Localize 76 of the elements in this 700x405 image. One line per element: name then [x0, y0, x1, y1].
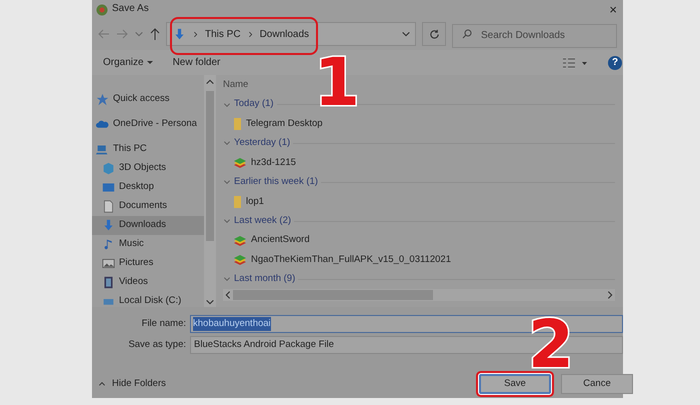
film-icon — [102, 276, 115, 289]
hide-folders-button[interactable]: Hide Folders — [98, 376, 166, 392]
sidebar-item[interactable]: 3D Objects — [92, 159, 204, 178]
dropdown-icon — [401, 29, 411, 39]
field-label: File name: — [140, 316, 186, 331]
up-arrow-icon[interactable] — [150, 28, 160, 40]
refresh-button[interactable] — [422, 22, 446, 46]
sidebar-scrollbar[interactable] — [204, 75, 216, 307]
group-header[interactable]: Last week (2) — [234, 214, 292, 228]
file-name[interactable]: AncientSword — [251, 233, 310, 248]
computer-icon — [96, 143, 109, 156]
music-note-icon — [102, 238, 115, 251]
sidebar-item[interactable]: Videos — [92, 273, 204, 292]
horizontal-scrollbar[interactable] — [223, 289, 615, 302]
collapse-icon — [223, 217, 231, 226]
help-button[interactable]: ? — [608, 56, 622, 70]
cube-icon — [102, 162, 115, 175]
sidebar-item[interactable]: OneDrive - Persona — [92, 115, 204, 134]
collapse-icon — [98, 380, 106, 388]
scroll-left-icon — [223, 290, 233, 300]
search-icon — [462, 29, 472, 39]
folder-icon — [233, 196, 242, 208]
scroll-up-icon — [205, 77, 215, 87]
group-header[interactable]: Yesterday (1) — [234, 136, 290, 151]
download-icon — [173, 28, 186, 40]
file-name[interactable]: Telegram Desktop — [246, 116, 323, 132]
new-folder-button[interactable]: New folder — [172, 55, 220, 70]
cloud-icon — [96, 118, 109, 131]
file-name[interactable]: hz3d-1215 — [251, 156, 296, 170]
sidebar-item[interactable]: Desktop — [92, 178, 204, 197]
desktop-icon — [102, 181, 115, 194]
image-icon — [102, 257, 115, 270]
stacked-layers-icon — [233, 156, 247, 169]
back-arrow-icon[interactable] — [98, 29, 110, 39]
app-icon — [96, 4, 108, 16]
scroll-down-icon — [205, 297, 215, 307]
file-name[interactable]: NgaoTheKiemThan_FullAPK_v15_0_03112021 — [251, 252, 451, 268]
group-header[interactable]: Earlier this week (1) — [234, 175, 318, 190]
sidebar-item[interactable]: Quick access — [92, 90, 204, 109]
field-label: Save as type: — [127, 338, 186, 352]
collapse-icon — [223, 275, 231, 284]
search-field[interactable]: Search Downloads — [452, 24, 617, 48]
file-name[interactable]: lop1 — [246, 194, 264, 209]
star-icon — [96, 93, 109, 106]
dialog-button[interactable]: Save — [479, 374, 551, 394]
sidebar-item[interactable]: Local Disk (C:) — [92, 292, 204, 307]
dialog-button[interactable]: Cance — [561, 374, 633, 394]
document-icon — [102, 200, 115, 213]
sidebar-item[interactable]: Documents — [92, 197, 204, 216]
forward-arrow-icon[interactable] — [116, 29, 128, 39]
breadcrumb-item[interactable]: Downloads — [260, 26, 310, 42]
collapse-icon — [223, 100, 231, 109]
breadcrumb-separator-icon — [246, 30, 254, 38]
breadcrumb-item[interactable]: This PC — [205, 26, 241, 42]
download-icon — [102, 219, 115, 232]
step-number: 1 — [314, 50, 360, 116]
organize-menu[interactable]: Organize — [103, 55, 153, 70]
stacked-layers-icon — [233, 234, 247, 247]
collapse-icon — [223, 178, 231, 186]
sidebar-item[interactable]: Music — [92, 235, 204, 254]
folder-icon — [233, 118, 242, 130]
breadcrumb-separator-icon — [192, 30, 199, 38]
sidebar-item[interactable]: Downloads — [92, 216, 204, 235]
address-bar[interactable]: This PC Downloads — [166, 22, 416, 46]
close-button[interactable]: × — [607, 3, 619, 16]
group-header[interactable]: Last month (9) — [234, 272, 296, 287]
scroll-right-icon — [605, 290, 615, 300]
window-title: Save As — [112, 2, 149, 16]
sidebar-item[interactable]: Pictures — [92, 254, 204, 273]
collapse-icon — [223, 139, 231, 148]
view-options-icon[interactable] — [562, 58, 588, 68]
recent-dropdown-icon — [134, 29, 144, 39]
sidebar-item[interactable]: This PC — [92, 140, 204, 159]
stacked-layers-icon — [233, 254, 247, 266]
refresh-icon — [428, 28, 440, 40]
group-header[interactable]: Today (1) — [234, 97, 274, 112]
